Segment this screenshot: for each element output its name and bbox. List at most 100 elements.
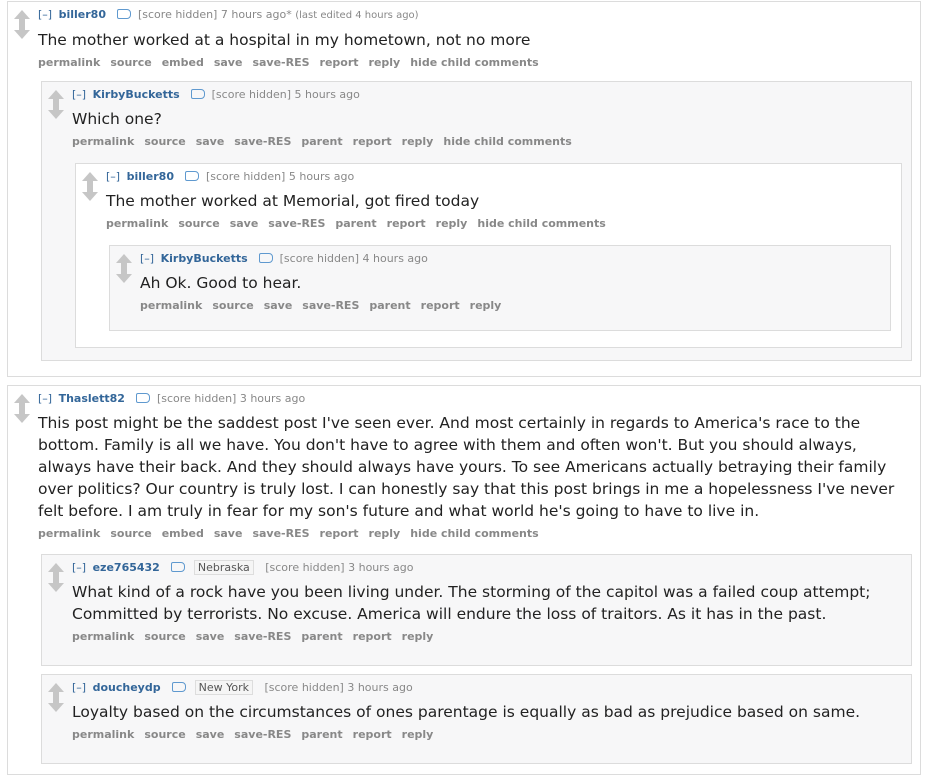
action-save-res[interactable]: save-RES — [268, 217, 325, 230]
action-report[interactable]: report — [421, 299, 460, 312]
comment-actions: permalink source embed save save-RES report re… — [38, 527, 912, 540]
downvote-arrow-icon[interactable] — [82, 186, 98, 201]
action-permalink[interactable]: permalink — [72, 728, 134, 741]
comment-author[interactable]: biller80 — [127, 170, 174, 183]
tag-icon[interactable] — [136, 393, 151, 403]
downvote-arrow-icon[interactable] — [48, 697, 64, 712]
collapse-toggle[interactable]: [–] — [140, 252, 154, 265]
comment-tagline: [–] eze765432 Nebraska [score hidden] 3 … — [72, 559, 903, 577]
action-reply[interactable]: reply — [436, 217, 468, 230]
collapse-toggle[interactable]: [–] — [72, 681, 86, 694]
upvote-arrow-icon[interactable] — [14, 10, 30, 25]
action-permalink[interactable]: permalink — [72, 135, 134, 148]
action-report[interactable]: report — [353, 728, 392, 741]
comment-body: This post might be the saddest post I've… — [38, 414, 895, 520]
action-reply[interactable]: reply — [470, 299, 502, 312]
downvote-arrow-icon[interactable] — [48, 104, 64, 119]
action-save-res[interactable]: save-RES — [234, 630, 291, 643]
action-report[interactable]: report — [320, 527, 359, 540]
action-save[interactable]: save — [196, 630, 225, 643]
comment-author[interactable]: Thaslett82 — [59, 392, 125, 405]
action-save[interactable]: save — [214, 527, 243, 540]
comment-entry: [–] KirbyBucketts [score hidden] 4 hours… — [140, 250, 882, 312]
tag-icon[interactable] — [117, 9, 132, 19]
tag-icon[interactable] — [171, 562, 186, 572]
comment-author[interactable]: eze765432 — [93, 561, 160, 574]
action-save[interactable]: save — [264, 299, 293, 312]
downvote-arrow-icon[interactable] — [14, 24, 30, 39]
action-save-res[interactable]: save-RES — [234, 135, 291, 148]
action-reply[interactable]: reply — [402, 630, 434, 643]
action-source[interactable]: source — [212, 299, 253, 312]
action-embed[interactable]: embed — [162, 56, 204, 69]
action-reply[interactable]: reply — [402, 728, 434, 741]
action-save-res[interactable]: save-RES — [302, 299, 359, 312]
collapse-toggle[interactable]: [–] — [72, 88, 86, 101]
action-save[interactable]: save — [214, 56, 243, 69]
action-permalink[interactable]: permalink — [106, 217, 168, 230]
action-embed[interactable]: embed — [162, 527, 204, 540]
action-permalink[interactable]: permalink — [72, 630, 134, 643]
action-save-res[interactable]: save-RES — [252, 527, 309, 540]
action-source[interactable]: source — [110, 527, 151, 540]
action-hide-children[interactable]: hide child comments — [477, 217, 605, 230]
comment-time: 3 hours ago — [239, 392, 306, 405]
action-save-res[interactable]: save-RES — [252, 56, 309, 69]
downvote-arrow-icon[interactable] — [14, 408, 30, 423]
action-report[interactable]: report — [387, 217, 426, 230]
action-reply[interactable]: reply — [402, 135, 434, 148]
comment-thaslett82: [–] Thaslett82 [score hidden] 3 hours ag… — [7, 385, 921, 775]
upvote-arrow-icon[interactable] — [116, 254, 132, 269]
action-source[interactable]: source — [178, 217, 219, 230]
action-source[interactable]: source — [144, 728, 185, 741]
action-source[interactable]: source — [144, 630, 185, 643]
action-save[interactable]: save — [230, 217, 259, 230]
collapse-toggle[interactable]: [–] — [38, 8, 52, 21]
vote-arrows — [116, 254, 132, 283]
downvote-arrow-icon[interactable] — [48, 577, 64, 592]
action-parent[interactable]: parent — [335, 217, 376, 230]
action-reply[interactable]: reply — [369, 527, 401, 540]
upvote-arrow-icon[interactable] — [14, 394, 30, 409]
action-hide-children[interactable]: hide child comments — [410, 527, 538, 540]
upvote-arrow-icon[interactable] — [48, 563, 64, 578]
upvote-arrow-icon[interactable] — [48, 683, 64, 698]
tag-icon[interactable] — [172, 682, 187, 692]
action-report[interactable]: report — [353, 135, 392, 148]
collapse-toggle[interactable]: [–] — [72, 561, 86, 574]
comment-actions: permalink source save save-RES parent report r… — [72, 728, 903, 741]
tag-icon[interactable] — [191, 89, 206, 99]
tag-icon[interactable] — [185, 171, 200, 181]
action-parent[interactable]: parent — [301, 728, 342, 741]
action-source[interactable]: source — [144, 135, 185, 148]
tag-icon[interactable] — [259, 253, 274, 263]
comment-actions: permalink source save save-RES parent report r… — [72, 135, 903, 148]
comment-author[interactable]: doucheydp — [93, 681, 161, 694]
action-permalink[interactable]: permalink — [38, 527, 100, 540]
comment-tagline: [–] KirbyBucketts [score hidden] 4 hours… — [140, 250, 882, 268]
action-permalink[interactable]: permalink — [38, 56, 100, 69]
action-parent[interactable]: parent — [301, 135, 342, 148]
action-save-res[interactable]: save-RES — [234, 728, 291, 741]
comment-doucheydp: [–] doucheydp New York [score hidden] 3 … — [41, 674, 912, 764]
upvote-arrow-icon[interactable] — [82, 172, 98, 187]
comment-author[interactable]: KirbyBucketts — [93, 88, 180, 101]
action-source[interactable]: source — [110, 56, 151, 69]
action-save[interactable]: save — [196, 728, 225, 741]
action-hide-children[interactable]: hide child comments — [410, 56, 538, 69]
comment-author[interactable]: KirbyBucketts — [161, 252, 248, 265]
action-report[interactable]: report — [320, 56, 359, 69]
collapse-toggle[interactable]: [–] — [106, 170, 120, 183]
comment-author[interactable]: biller80 — [59, 8, 106, 21]
collapse-toggle[interactable]: [–] — [38, 392, 52, 405]
downvote-arrow-icon[interactable] — [116, 268, 132, 283]
action-save[interactable]: save — [196, 135, 225, 148]
action-permalink[interactable]: permalink — [140, 299, 202, 312]
action-report[interactable]: report — [353, 630, 392, 643]
upvote-arrow-icon[interactable] — [48, 90, 64, 105]
action-parent[interactable]: parent — [301, 630, 342, 643]
action-hide-children[interactable]: hide child comments — [443, 135, 571, 148]
action-parent[interactable]: parent — [369, 299, 410, 312]
action-reply[interactable]: reply — [369, 56, 401, 69]
comment-body: Loyalty based on the circumstances of on… — [72, 703, 861, 721]
